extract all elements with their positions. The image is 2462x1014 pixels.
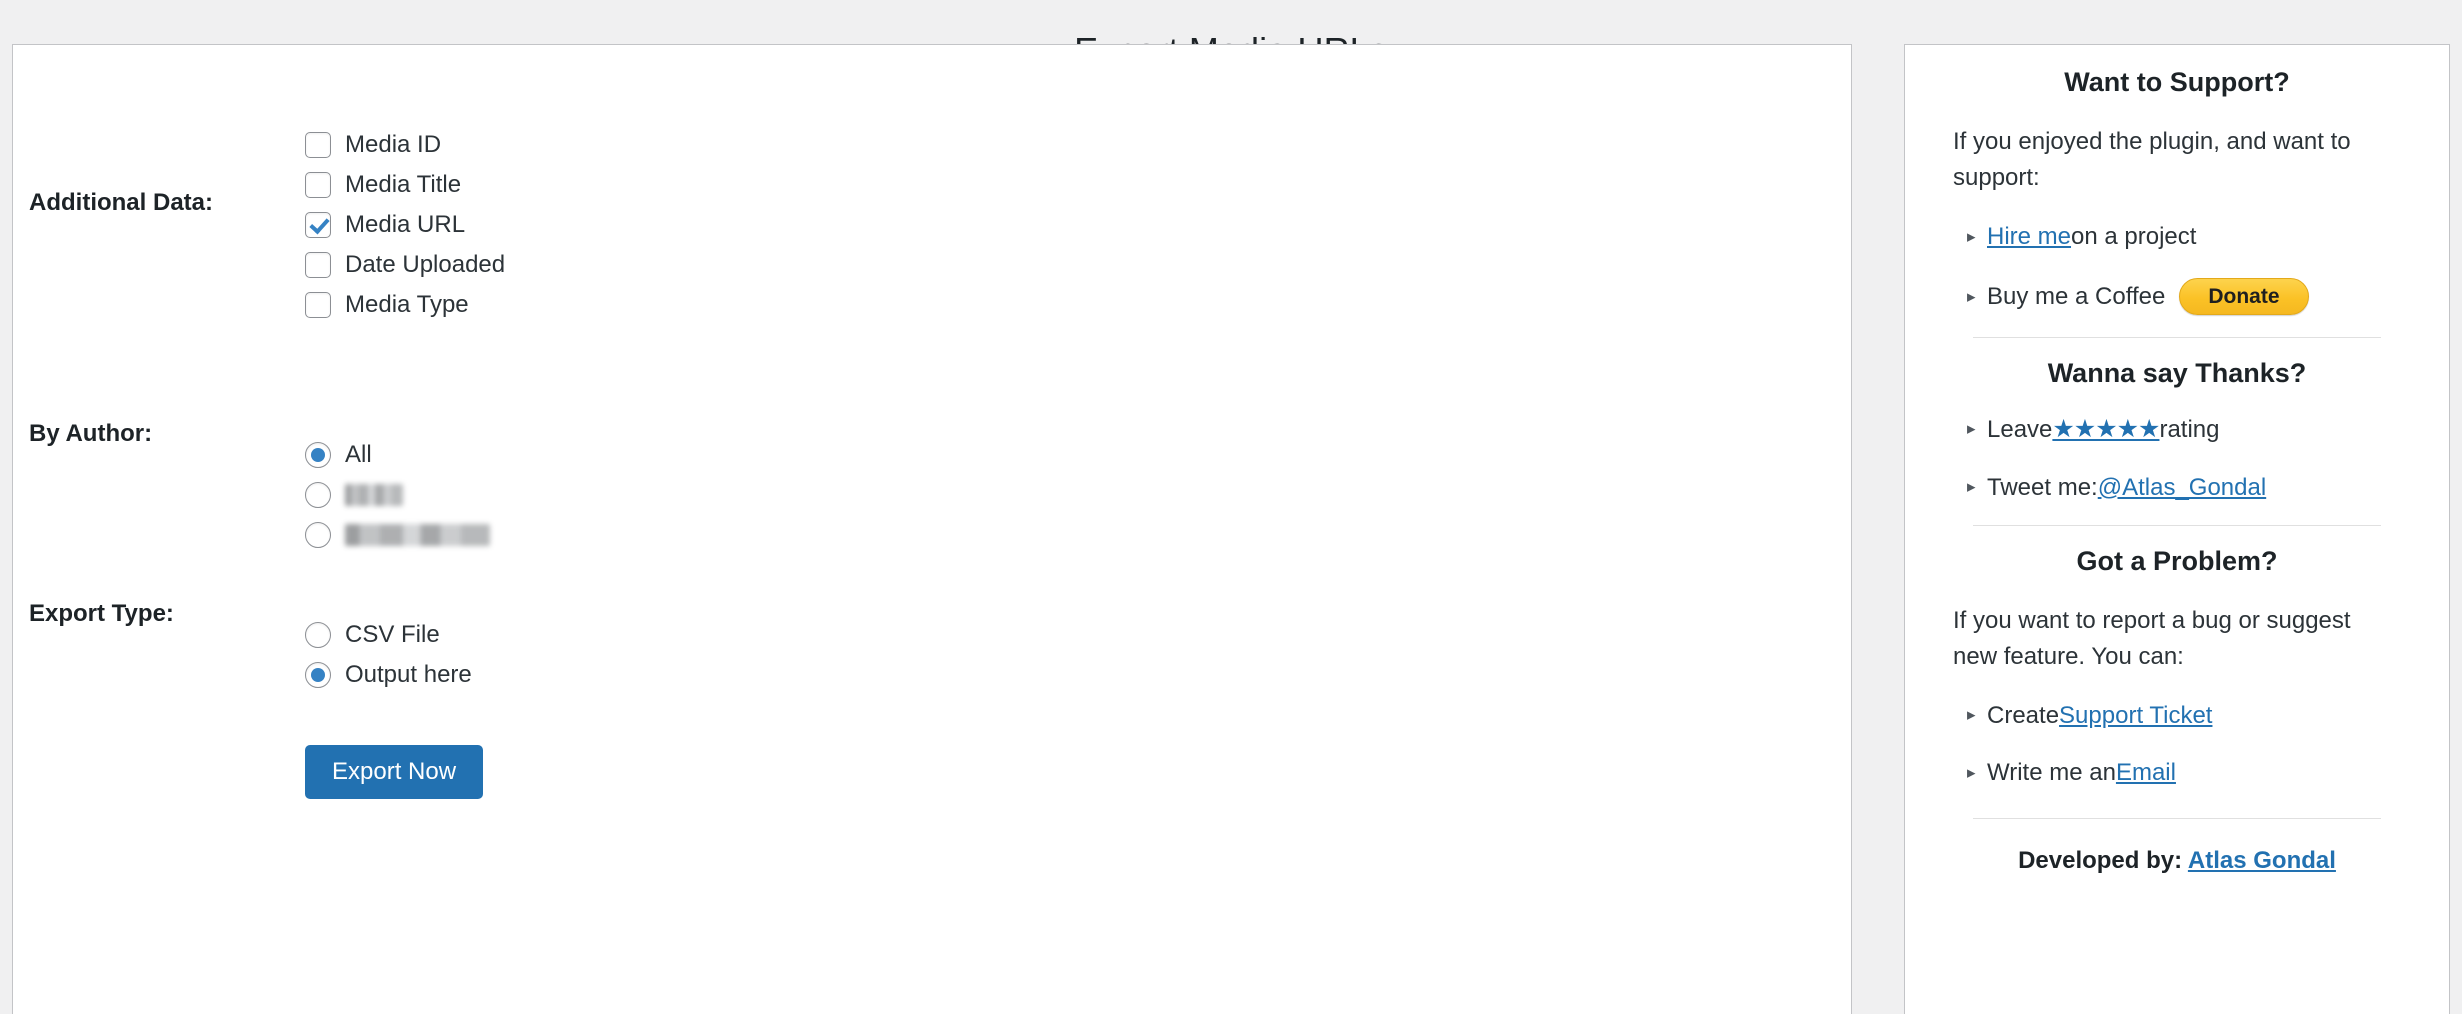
radio-selected-icon[interactable] bbox=[305, 662, 331, 688]
item-text: on a project bbox=[2071, 222, 2197, 250]
thanks-item: Tweet me: @Atlas_Gondal bbox=[1953, 472, 2401, 503]
radio-icon[interactable] bbox=[305, 482, 331, 508]
additional-data-option[interactable]: Media ID bbox=[305, 125, 505, 165]
item-text: Create bbox=[1987, 701, 2060, 729]
developed-by: Developed by: Atlas Gondal bbox=[1953, 847, 2401, 875]
option-label: All bbox=[345, 441, 372, 468]
item-link[interactable]: @Atlas_Gondal bbox=[2098, 472, 2266, 503]
checkbox-icon[interactable] bbox=[305, 172, 331, 198]
divider-two bbox=[1973, 524, 2381, 526]
by-author-option[interactable] bbox=[305, 475, 490, 515]
checkbox-icon[interactable] bbox=[305, 132, 331, 158]
thanks-list: Leave ★★★★★ rating Tweet me: @Atlas_Gonda… bbox=[1953, 413, 2401, 503]
redacted-author-name bbox=[345, 484, 403, 506]
option-label: Media Type bbox=[345, 291, 469, 318]
export-media-urls-page: Export Media URLs Additional Data: Media… bbox=[0, 0, 2462, 1014]
export-now-button[interactable]: Export Now bbox=[305, 745, 484, 799]
support-item: Buy me a Coffee Donate bbox=[1953, 278, 2401, 316]
export-type-label: Export Type: bbox=[29, 600, 174, 627]
redacted-author-name bbox=[345, 524, 490, 546]
main-settings-panel: Additional Data: Media ID Media Title Medi… bbox=[12, 44, 1852, 1014]
support-item: Hire me on a project bbox=[1953, 221, 2401, 252]
option-label: Output here bbox=[345, 661, 472, 688]
developer-link[interactable]: Atlas Gondal bbox=[2188, 847, 2336, 874]
by-author-option[interactable]: All bbox=[305, 435, 490, 475]
radio-icon[interactable] bbox=[305, 622, 331, 648]
star-rating-link[interactable]: ★★★★★ bbox=[2052, 413, 2160, 446]
divider-three bbox=[1973, 818, 2381, 820]
support-sidebar-panel: Want to Support? If you enjoyed the plug… bbox=[1904, 44, 2450, 1014]
option-label: Date Uploaded bbox=[345, 251, 506, 278]
problem-paragraph: If you want to report a bug or suggest n… bbox=[1953, 606, 2351, 671]
option-label: Media Title bbox=[345, 171, 462, 198]
divider-one bbox=[1973, 337, 2381, 339]
developed-by-prefix: Developed by: bbox=[2018, 847, 2188, 875]
additional-data-option[interactable]: Media Title bbox=[305, 165, 505, 205]
checkbox-icon[interactable] bbox=[305, 252, 331, 278]
donate-button[interactable]: Donate bbox=[2179, 278, 2309, 316]
item-link[interactable]: Email bbox=[2116, 757, 2176, 788]
export-type-options: CSV File Output here bbox=[305, 615, 472, 695]
item-text: rating bbox=[2159, 415, 2220, 443]
option-label: CSV File bbox=[345, 621, 440, 648]
item-link[interactable]: Support Ticket bbox=[2059, 700, 2212, 731]
radio-selected-icon[interactable] bbox=[305, 442, 331, 468]
item-link[interactable]: Hire me bbox=[1987, 221, 2071, 252]
radio-icon[interactable] bbox=[305, 522, 331, 548]
item-text: Tweet me: bbox=[1987, 473, 2098, 501]
item-text: Buy me a Coffee bbox=[1987, 283, 2166, 311]
additional-data-option[interactable]: Media URL bbox=[305, 205, 505, 245]
additional-data-option[interactable]: Media Type bbox=[305, 285, 505, 325]
checkbox-icon[interactable] bbox=[305, 292, 331, 318]
option-label: Media URL bbox=[345, 211, 466, 238]
support-heading: Want to Support? bbox=[2064, 67, 2290, 97]
item-text: Leave bbox=[1987, 415, 2053, 443]
export-type-option[interactable]: CSV File bbox=[305, 615, 472, 655]
additional-data-options: Media ID Media Title Media URL Date Uploade… bbox=[305, 125, 505, 325]
additional-data-label: Additional Data: bbox=[29, 189, 213, 216]
support-paragraph: If you enjoyed the plugin, and want to s… bbox=[1953, 128, 2351, 192]
item-text: Write me an bbox=[1987, 758, 2116, 786]
by-author-label: By Author: bbox=[29, 420, 153, 447]
thanks-heading: Wanna say Thanks? bbox=[2047, 358, 2307, 389]
checkbox-checked-icon[interactable] bbox=[305, 212, 331, 238]
by-author-option[interactable] bbox=[305, 515, 490, 555]
problem-item: Create Support Ticket bbox=[1953, 700, 2401, 731]
problem-heading: Got a Problem? bbox=[2076, 545, 2278, 576]
by-author-options: All bbox=[305, 435, 490, 555]
option-label: Media ID bbox=[345, 131, 442, 158]
support-list: Hire me on a project Buy me a Coffee Donat… bbox=[1953, 221, 2401, 316]
thanks-item: Leave ★★★★★ rating bbox=[1953, 413, 2401, 446]
problem-list: Create Support Ticket Write me an Email bbox=[1953, 700, 2401, 788]
problem-item: Write me an Email bbox=[1953, 757, 2401, 788]
export-type-option[interactable]: Output here bbox=[305, 655, 472, 695]
additional-data-option[interactable]: Date Uploaded bbox=[305, 245, 505, 285]
